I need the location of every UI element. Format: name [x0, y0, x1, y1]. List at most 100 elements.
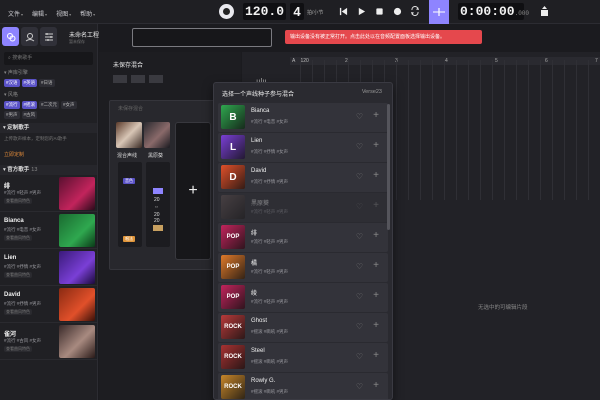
custom-singer-section[interactable]: ▾ 定制歌手: [0, 123, 97, 133]
favorite-heart-icon[interactable]: ♡: [356, 322, 363, 331]
filter-chip[interactable]: #古风: [21, 111, 38, 119]
filter-chip[interactable]: #二次元: [39, 101, 60, 109]
add-plus-icon[interactable]: +: [373, 350, 379, 361]
engine-filter-header[interactable]: ▾ 声库引擎: [4, 69, 93, 77]
singer-style-button[interactable]: 查看曲风特色: [4, 272, 32, 278]
filter-chip[interactable]: #汉语: [4, 79, 20, 87]
menu-help[interactable]: 帮助▾: [80, 9, 95, 18]
add-plus-icon[interactable]: +: [373, 320, 379, 331]
output-device-alert[interactable]: 输出设备没有被正常打开。点击此处以在音频配置面板选择输出设备。: [285, 30, 482, 44]
favorite-heart-icon[interactable]: ♡: [356, 382, 363, 391]
add-plus-icon[interactable]: +: [373, 200, 379, 211]
favorite-heart-icon[interactable]: ♡: [356, 142, 363, 151]
project-title[interactable]: 未命名工程: [69, 30, 99, 39]
voice-seed-row[interactable]: POP 绯 #流行 #轻声 #男声 ♡ +: [218, 223, 388, 252]
filter-chip[interactable]: #女声: [61, 101, 77, 109]
menu-edit[interactable]: 编辑▾: [32, 9, 47, 18]
voice-seed-row[interactable]: 黑原葵 #流行 #轻声 #男声 ♡ +: [218, 193, 388, 222]
mixer-tab-icon[interactable]: [40, 27, 57, 46]
steel-thumb[interactable]: ROCK: [221, 345, 245, 369]
add-plus-icon[interactable]: +: [373, 110, 379, 121]
filter-chip[interactable]: #英语: [21, 79, 38, 87]
timbre-fader-knob[interactable]: [153, 188, 163, 194]
voice-seed-row[interactable]: POP 绫 #流行 #轻声 #男声 ♡ +: [218, 283, 388, 312]
voice-blend-tab-icon[interactable]: [2, 27, 19, 46]
ju-thumb[interactable]: POP: [221, 255, 245, 279]
favorite-heart-icon[interactable]: ♡: [356, 202, 363, 211]
filter-chip[interactable]: #摇滚: [21, 101, 38, 109]
style-filter-header[interactable]: ▾ 风格: [4, 91, 93, 99]
filter-chip[interactable]: #流行: [4, 101, 20, 109]
popup-scrollbar[interactable]: [387, 104, 390, 230]
beats-per-bar-display[interactable]: 4: [290, 3, 304, 20]
singer-thumbnail[interactable]: [59, 325, 95, 358]
singer-row[interactable]: 雀河 #流行 #古风 #女声 查看曲风特色: [0, 323, 97, 360]
custom-singer-link[interactable]: 立即定制: [0, 151, 97, 161]
favorite-heart-icon[interactable]: ♡: [356, 232, 363, 241]
lien-thumb[interactable]: L: [221, 135, 245, 159]
singer-search-input[interactable]: ⌕ 搜索歌手: [4, 52, 93, 65]
ling-thumb[interactable]: POP: [221, 285, 245, 309]
kuroharaaoi-thumb[interactable]: [221, 195, 245, 219]
favorite-heart-icon[interactable]: ♡: [356, 352, 363, 361]
favorite-heart-icon[interactable]: ♡: [356, 262, 363, 271]
add-voice-seed-button[interactable]: +: [175, 122, 211, 260]
singer-row[interactable]: Lien #流行 #抒情 #女声 查看曲风特色: [0, 249, 97, 286]
voice-seed-row[interactable]: ROCK Steel #摇滚 #嘶吼 #男声 ♡ +: [218, 343, 388, 372]
blend-voice-thumb[interactable]: [116, 122, 142, 148]
stop-icon[interactable]: [373, 5, 385, 17]
singer-style-button[interactable]: 查看曲风特色: [4, 346, 32, 352]
tempo-display[interactable]: 120.0: [243, 3, 286, 20]
blend-voice-fader[interactable]: [118, 162, 142, 247]
filter-chip[interactable]: #男声: [4, 111, 20, 119]
singer-thumbnail[interactable]: [59, 251, 95, 284]
style-fader-knob[interactable]: [153, 225, 163, 231]
singer-thumbnail[interactable]: [59, 214, 95, 247]
singer-row[interactable]: Bianca #流行 #电音 #女声 查看曲风特色: [0, 212, 97, 249]
track-name-input[interactable]: [132, 28, 272, 47]
metronome-toggle-icon[interactable]: [429, 0, 449, 24]
singer-style-button[interactable]: 查看曲风特色: [4, 235, 32, 241]
record-icon[interactable]: [391, 5, 403, 17]
singer-row[interactable]: David #流行 #抒情 #男声 查看曲风特色: [0, 286, 97, 323]
voice-seed-row[interactable]: POP 橘 #流行 #轻声 #男声 ♡ +: [218, 253, 388, 282]
kuroharaaoi-thumb[interactable]: [144, 122, 170, 148]
favorite-heart-icon[interactable]: ♡: [356, 292, 363, 301]
favorite-heart-icon[interactable]: ♡: [356, 172, 363, 181]
grid-line: [468, 60, 469, 200]
fei-thumb[interactable]: POP: [221, 225, 245, 249]
rewind-icon[interactable]: [337, 5, 349, 17]
ghost-thumb[interactable]: ROCK: [221, 315, 245, 339]
favorite-heart-icon[interactable]: ♡: [356, 112, 363, 121]
add-plus-icon[interactable]: +: [373, 290, 379, 301]
david-thumb[interactable]: D: [221, 165, 245, 189]
singer-style-button[interactable]: 查看曲风特色: [4, 198, 32, 204]
export-icon[interactable]: [538, 5, 550, 17]
singer-tab-icon[interactable]: [21, 27, 38, 46]
bianca-thumb[interactable]: B: [221, 105, 245, 129]
voice-seed-row[interactable]: ROCK Ghost #摇滚 #嘶吼 #男声 ♡ +: [218, 313, 388, 342]
voice-seed-row[interactable]: D David #流行 #抒情 #男声 ♡ +: [218, 163, 388, 192]
voice-seed-row[interactable]: L Lien #流行 #抒情 #女声 ♡ +: [218, 133, 388, 162]
singer-style-button[interactable]: 查看曲风特色: [4, 309, 32, 315]
voice-seed-tags: #流行 #轻声 #男声: [251, 299, 289, 304]
account-avatar-icon[interactable]: [219, 4, 234, 19]
add-plus-icon[interactable]: +: [373, 140, 379, 151]
menu-view[interactable]: 视图▾: [56, 9, 71, 18]
voice-seed-row[interactable]: ROCK Rowly G. #摇滚 #嘶吼 #男声 ♡ +: [218, 373, 388, 399]
singer-tags: #流行 #抒情 #男声: [4, 301, 42, 306]
filter-chip[interactable]: #日语: [39, 79, 55, 87]
add-plus-icon[interactable]: +: [373, 230, 379, 241]
add-plus-icon[interactable]: +: [373, 260, 379, 271]
menu-file[interactable]: 文件▾: [8, 9, 23, 18]
official-singer-section[interactable]: ▾ 官方歌手 13: [0, 165, 97, 175]
rowly-thumb[interactable]: ROCK: [221, 375, 245, 399]
voice-seed-row[interactable]: B Bianca #流行 #电音 #女声 ♡ +: [218, 103, 388, 132]
singer-row[interactable]: 绯 #流行 #轻声 #男声 查看曲风特色: [0, 175, 97, 212]
singer-thumbnail[interactable]: [59, 177, 95, 210]
singer-thumbnail[interactable]: [59, 288, 95, 321]
add-plus-icon[interactable]: +: [373, 170, 379, 181]
add-plus-icon[interactable]: +: [373, 380, 379, 391]
play-icon[interactable]: [355, 5, 367, 17]
loop-icon[interactable]: [409, 5, 421, 17]
